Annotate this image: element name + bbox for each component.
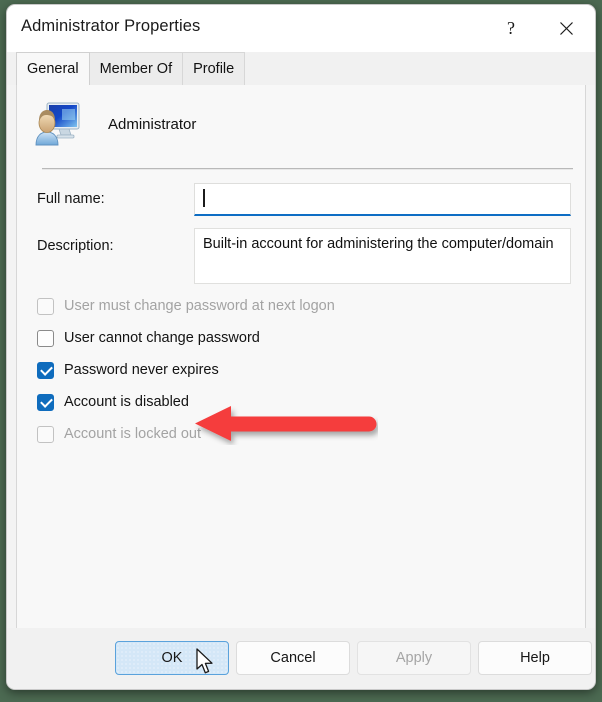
tab-general[interactable]: General xyxy=(16,52,90,85)
fullname-label: Full name: xyxy=(37,191,105,207)
checkbox-account-is-disabled[interactable]: Account is disabled xyxy=(37,392,189,412)
help-button[interactable]: ? xyxy=(488,5,534,52)
tab-strip: General Member Of Profile xyxy=(7,52,595,85)
account-name-label: Administrator xyxy=(108,115,197,133)
checkbox-box xyxy=(37,297,54,315)
description-input[interactable] xyxy=(194,228,571,284)
checkbox-user-cannot-change-password[interactable]: User cannot change password xyxy=(37,328,260,348)
checkbox-label: Account is disabled xyxy=(64,394,189,410)
checkbox-label: Account is locked out xyxy=(64,426,202,442)
help-button-bottom[interactable]: Help xyxy=(478,641,592,675)
dialog-button-bar: OK Cancel Apply Help xyxy=(7,628,595,689)
tab-profile[interactable]: Profile xyxy=(182,52,246,85)
fullname-input[interactable] xyxy=(194,183,571,216)
ok-button[interactable]: OK xyxy=(115,641,229,675)
properties-dialog-window: Administrator Properties ? General Member… xyxy=(6,4,596,690)
title-bar: Administrator Properties ? xyxy=(7,5,595,52)
checkbox-box xyxy=(37,329,54,347)
checkbox-user-must-change-password[interactable]: User must change password at next logon xyxy=(37,296,335,316)
apply-button[interactable]: Apply xyxy=(357,641,471,675)
description-label: Description: xyxy=(37,238,114,254)
checkbox-box xyxy=(37,393,54,411)
checkbox-account-is-locked-out[interactable]: Account is locked out xyxy=(37,424,201,444)
checkbox-label: Password never expires xyxy=(64,362,219,378)
tab-member-of[interactable]: Member Of xyxy=(88,52,184,85)
section-divider xyxy=(42,168,573,170)
close-x-icon xyxy=(559,22,573,35)
text-caret xyxy=(203,189,205,207)
general-tab-panel: Administrator Full name: Description: Us… xyxy=(16,85,586,630)
checkbox-box xyxy=(37,425,54,443)
close-button[interactable] xyxy=(543,5,589,52)
account-identity: Administrator xyxy=(32,101,196,147)
window-title: Administrator Properties xyxy=(21,17,201,35)
checkbox-label: User cannot change password xyxy=(64,330,260,346)
checkbox-box xyxy=(37,361,54,379)
user-account-icon xyxy=(32,101,80,147)
cancel-button[interactable]: Cancel xyxy=(236,641,350,675)
question-mark-icon: ? xyxy=(507,18,515,38)
checkbox-label: User must change password at next logon xyxy=(64,298,335,314)
checkbox-password-never-expires[interactable]: Password never expires xyxy=(37,360,219,380)
